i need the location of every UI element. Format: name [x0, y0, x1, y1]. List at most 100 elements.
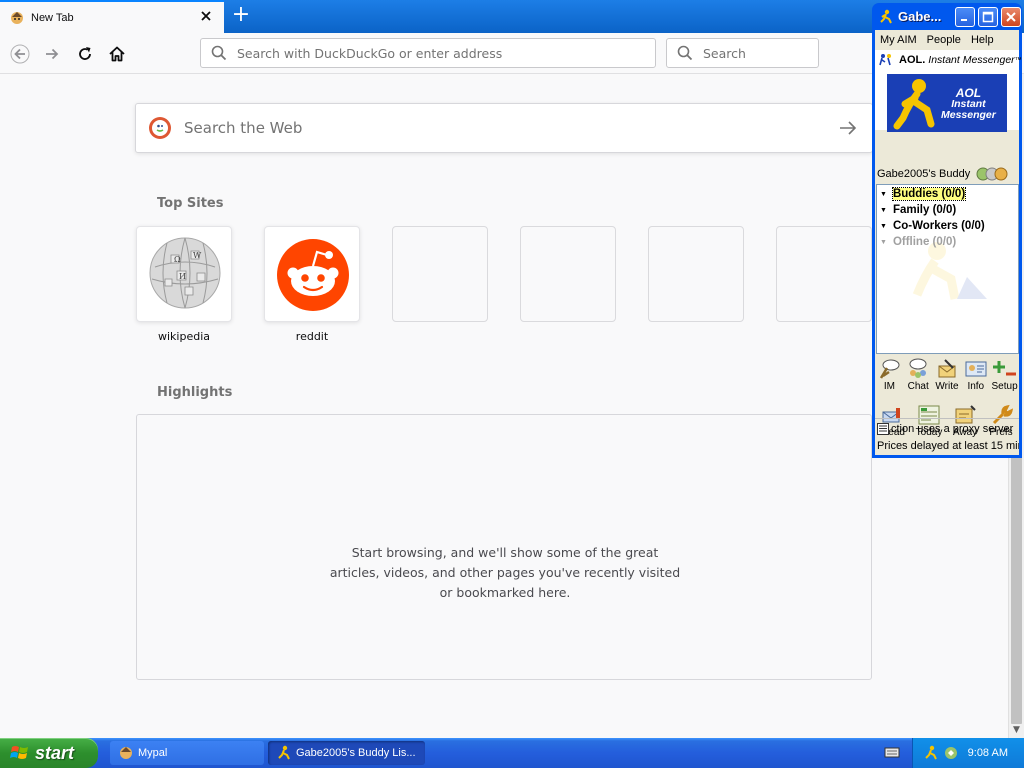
minimize-button[interactable] [955, 7, 975, 27]
status-line-2: Prices delayed at least 15 min. [877, 440, 1019, 452]
home-icon [109, 46, 125, 62]
im-icon [880, 359, 900, 379]
aim-running-man-icon [880, 9, 892, 23]
mypal-icon [120, 747, 132, 759]
chat-icon [909, 358, 927, 378]
keyboard-icon[interactable] [884, 744, 900, 760]
buddy-group-buddies[interactable]: ▼ Buddies (0/0) [880, 187, 967, 201]
url-input[interactable] [235, 44, 655, 62]
menu-people[interactable]: People [927, 34, 961, 46]
aim-tray-icon[interactable] [923, 745, 939, 761]
minimize-icon [961, 19, 967, 21]
top-site-tile-reddit[interactable] [264, 226, 360, 322]
search-bar[interactable] [666, 38, 819, 68]
tab-new-tab[interactable]: New Tab [0, 0, 224, 33]
close-button[interactable] [1001, 7, 1021, 27]
trademark-label: ™ [1014, 56, 1022, 64]
start-button[interactable]: start [0, 738, 98, 768]
aim-banner: AOL. Instant Messenger ™ AOL Instant Mess… [875, 50, 1022, 132]
aim-running-man-icon [879, 54, 891, 66]
aim-title-bar[interactable]: Gabe... [875, 3, 1021, 30]
scrollbar-thumb[interactable] [1011, 454, 1022, 724]
new-tab-page: Top Sites Ω W И wikipedia reddit High [0, 74, 1008, 738]
buddy-group-coworkers[interactable]: ▼ Co-Workers (0/0) [880, 220, 985, 232]
svg-text:Ω: Ω [174, 255, 181, 264]
chat-button[interactable]: Chat [904, 358, 932, 392]
top-site-tile-empty[interactable] [648, 226, 744, 322]
search-input[interactable] [701, 44, 818, 62]
mypal-icon [9, 10, 25, 26]
product-label: Instant Messenger [928, 54, 1015, 66]
duckduckgo-icon [149, 117, 171, 139]
aim-status-area: ction uses a proxy server Prices delayed… [875, 418, 1019, 456]
aim-running-man-logo-icon [893, 79, 935, 130]
network-tray-icon[interactable] [943, 745, 959, 761]
top-sites-title: Top Sites [157, 196, 224, 211]
aim-running-man-icon [278, 745, 290, 760]
forward-arrow-icon [46, 48, 59, 60]
web-search-box[interactable] [135, 103, 873, 153]
setup-button[interactable]: Setup [991, 358, 1019, 392]
aol-label: AOL. [899, 54, 926, 66]
aim-logo: AOL Instant Messenger [887, 74, 1007, 132]
top-site-label: reddit [295, 330, 329, 343]
top-site-tile-empty[interactable] [520, 226, 616, 322]
top-site-tile-wikipedia[interactable]: Ω W И [136, 226, 232, 322]
clock[interactable]: 9:08 AM [968, 747, 1008, 759]
aol-brand: AOL. Instant Messenger ™ [877, 53, 1022, 67]
aim-window-title: Gabe... [898, 9, 942, 24]
taskbar-item-aim[interactable]: Gabe2005's Buddy Lis... [268, 741, 425, 765]
taskbar: start Mypal Gabe2005's Buddy Lis... 9:08… [0, 738, 1024, 768]
tab-title: New Tab [31, 11, 74, 24]
svg-text:W: W [193, 251, 202, 260]
svg-text:И: И [179, 272, 186, 281]
im-button[interactable]: IM [875, 358, 903, 392]
buddy-list-owner: Gabe2005's Buddy [877, 168, 971, 180]
status-line-1: ction uses a proxy server [877, 423, 1013, 435]
maximize-icon [982, 11, 994, 23]
highlights-title: Highlights [157, 385, 233, 400]
search-icon [677, 45, 693, 61]
new-tab-button[interactable]: + [229, 4, 253, 27]
write-button[interactable]: Write [933, 358, 961, 392]
buddy-group-offline[interactable]: ▼ Offline (0/0) [880, 236, 956, 248]
back-arrow-icon [10, 44, 30, 64]
top-site-tile-empty[interactable] [392, 226, 488, 322]
reload-icon [79, 47, 91, 60]
wikipedia-icon: Ω W И [149, 237, 221, 309]
write-icon [938, 359, 956, 378]
reddit-icon [277, 239, 349, 311]
top-site-tile-empty[interactable] [776, 226, 872, 322]
menu-help[interactable]: Help [971, 34, 994, 46]
maximize-button[interactable] [978, 7, 998, 27]
close-tab-icon[interactable] [198, 8, 214, 24]
system-tray: 9:08 AM [912, 738, 1024, 768]
tab-strip: New Tab + [0, 0, 1024, 33]
aim-body: My AIM People Help AOL. Instant Messenge… [875, 30, 1022, 456]
buddy-list-header: Gabe2005's Buddy [875, 165, 1019, 183]
search-icon [211, 45, 227, 61]
top-site-label: wikipedia [157, 330, 210, 343]
news-ticker-icon [877, 423, 889, 435]
forward-button[interactable] [38, 40, 66, 68]
highlights-panel: Start browsing, and we'll show some of t… [136, 414, 872, 680]
web-search-input[interactable] [182, 118, 802, 138]
home-button[interactable] [103, 40, 131, 68]
aim-menu-bar: My AIM People Help [875, 30, 1019, 50]
url-bar[interactable] [200, 38, 656, 68]
buddy-status-icons [976, 167, 1008, 181]
buddy-list[interactable]: ▼ Buddies (0/0) ▼ Family (0/0) ▼ Co-Workers… [876, 184, 1019, 354]
windows-logo-icon [10, 746, 28, 759]
menu-my-aim[interactable]: My AIM [880, 34, 917, 46]
reload-button[interactable] [71, 40, 99, 68]
buddy-group-family[interactable]: ▼ Family (0/0) [880, 204, 956, 216]
taskbar-item-mypal[interactable]: Mypal [110, 741, 264, 765]
info-icon [965, 361, 987, 377]
scroll-down-icon[interactable]: ▼ [1009, 722, 1024, 738]
aim-logo-text: AOL Instant Messenger [941, 86, 996, 121]
highlights-empty-message: Start browsing, and we'll show some of t… [329, 545, 681, 600]
arrow-right-icon[interactable] [838, 118, 858, 138]
info-button[interactable]: Info [962, 358, 990, 392]
nav-bar [0, 33, 1024, 74]
back-button[interactable] [6, 40, 34, 68]
